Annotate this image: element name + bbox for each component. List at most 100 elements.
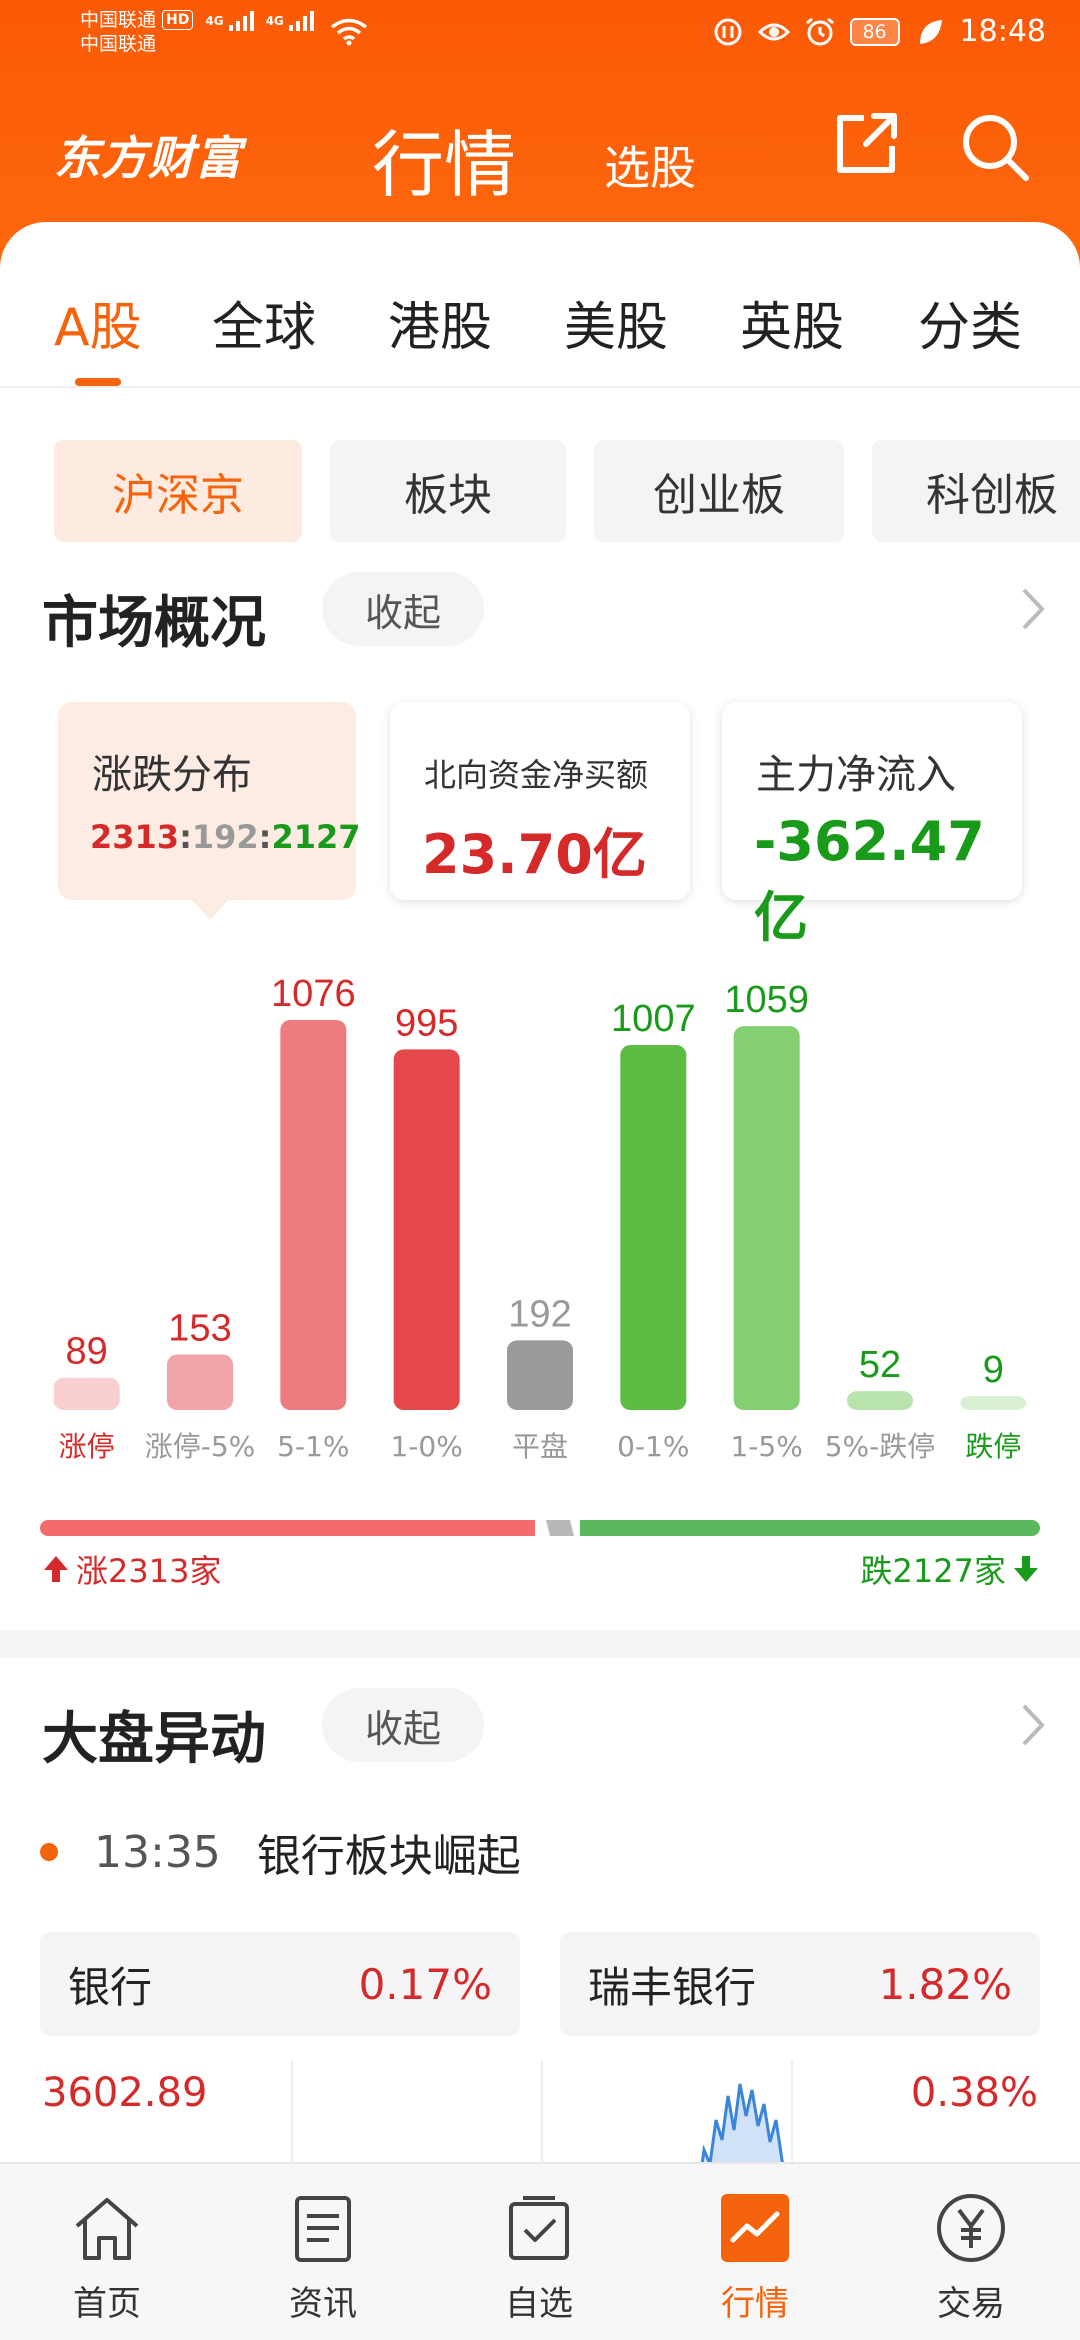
nav-trade[interactable]: 交易 (896, 2188, 1046, 2325)
bar-value-label: 153 (168, 1308, 231, 1350)
bar-value-label: 52 (859, 1344, 901, 1386)
ratio-down-segment (580, 1520, 1040, 1536)
sector-card[interactable]: 银行 0.17% (40, 1932, 520, 2036)
up-count: 涨2313家 (42, 1546, 221, 1592)
northbound-value: 23.70亿 (422, 823, 647, 886)
nav-home[interactable]: 首页 (32, 2188, 182, 2325)
bar-8 (960, 1396, 1027, 1410)
card-main-flow[interactable]: 主力净流入 -362.47亿 (722, 702, 1022, 949)
share-icon[interactable] (830, 108, 902, 180)
bar-category-label: 涨停-5% (145, 1430, 256, 1463)
card-label: 涨跌分布 (92, 752, 252, 798)
bar-category-label: 5%-跌停 (825, 1430, 936, 1463)
card-northbound-flow[interactable]: 北向资金净买额 23.70亿 (390, 702, 690, 900)
bar-value-label: 89 (66, 1331, 108, 1373)
tab-indicator (75, 378, 121, 386)
carrier-name-1: 中国联通 (80, 9, 157, 31)
bar-category-label: 0-1% (617, 1430, 689, 1463)
nav-news[interactable]: 资讯 (248, 2188, 398, 2325)
tab-category[interactable]: 分类 (918, 285, 1022, 360)
chevron-right-icon[interactable] (1016, 584, 1050, 634)
ratio-up-segment (40, 1520, 535, 1536)
event-time: 13:35 (94, 1826, 221, 1878)
clock: 18:48 (959, 14, 1046, 49)
chip-sectors[interactable]: 板块 (330, 440, 566, 542)
bar-value-label: 9 (983, 1349, 1004, 1391)
data-saver-icon (714, 18, 742, 45)
market-tabs: A股 全球 港股 美股 英股 分类 (0, 285, 1080, 385)
stock-change: 1.82% (878, 1959, 1012, 2009)
battery-icon: 86 (849, 17, 900, 46)
event-dot (40, 1843, 58, 1861)
sector-name: 银行 (68, 1962, 153, 2012)
watchlist-icon (509, 2196, 569, 2260)
chip-sh-sz-bj[interactable]: 沪深京 (54, 440, 302, 542)
collapse-button[interactable]: 收起 (322, 572, 484, 646)
hd-badge: HD (162, 10, 194, 30)
leaf-icon (919, 19, 942, 44)
yen-coin-icon (937, 2194, 1005, 2262)
bar-3 (393, 1049, 460, 1410)
collapse-button[interactable]: 收起 (322, 1688, 484, 1762)
arrow-up-icon (44, 1556, 68, 1582)
stock-card[interactable]: 瑞丰银行 1.82% (560, 1932, 1040, 2036)
search-icon[interactable] (958, 110, 1032, 184)
bar-value-label: 1059 (724, 979, 809, 1021)
bar-value-label: 192 (508, 1293, 571, 1335)
nav-stock-picker[interactable]: 选股 (604, 132, 696, 198)
bar-2 (280, 1020, 347, 1410)
up-down-ratio-bar (40, 1520, 1040, 1536)
status-bar: 中国联通 HD 4G 4G 中国联通 86 18:48 (0, 0, 1080, 70)
index-value: 3602.89 (42, 2070, 208, 2116)
bar-category-label: 跌停 (965, 1430, 1021, 1463)
bar-category-label: 1-0% (390, 1430, 462, 1463)
section-title-overview: 市场概况 (42, 591, 266, 656)
bar-category-label: 1-5% (730, 1430, 802, 1463)
tab-global[interactable]: 全球 (212, 285, 316, 360)
bar-7 (847, 1391, 913, 1410)
wifi-icon (330, 18, 368, 46)
bar-0 (53, 1377, 120, 1410)
tabs-divider (0, 386, 1080, 388)
tab-uk[interactable]: 英股 (740, 285, 844, 360)
bar-category-label: 5-1% (277, 1430, 349, 1463)
nav-quotes[interactable]: 行情 (372, 106, 516, 211)
bar-5 (620, 1045, 687, 1410)
bottom-nav: 首页 资讯 自选 行情 交易 (0, 2162, 1080, 2340)
stock-name: 瑞丰银行 (588, 1962, 757, 2012)
bar-4 (507, 1340, 573, 1410)
tab-hk[interactable]: 港股 (388, 285, 492, 360)
main-flow-value: -362.47亿 (754, 810, 985, 949)
chip-chinext[interactable]: 创业板 (594, 440, 844, 542)
ratio-flat-segment (546, 1520, 574, 1536)
tab-a-shares[interactable]: A股 (54, 285, 142, 360)
bar-category-label: 涨停 (59, 1430, 115, 1463)
arrow-down-icon (1014, 1556, 1038, 1582)
down-count: 跌2127家 (861, 1546, 1040, 1592)
up-down-ratio: 2313:192:2127 (90, 818, 361, 856)
movement-event[interactable]: 13:35 银行板块崛起 (40, 1820, 521, 1884)
alarm-icon (805, 17, 834, 45)
chip-star-market[interactable]: 科创板 (872, 440, 1080, 542)
tab-us[interactable]: 美股 (564, 285, 668, 360)
distribution-bar-chart: 89 涨停 153 涨停-5% 1076 5-1% 995 1-0% 192 平盘 1007 0-1%… (53, 973, 1027, 1463)
signal-icon: 4G (205, 9, 254, 31)
home-icon (75, 2198, 139, 2260)
sector-change: 0.17% (358, 1959, 492, 2009)
bar-1 (167, 1354, 233, 1410)
status-right: 86 18:48 (712, 14, 1046, 49)
index-change: 0.38% (910, 2070, 1038, 2116)
card-pointer (190, 898, 230, 920)
card-up-down-distribution[interactable]: 涨跌分布 2313:192:2127 (58, 702, 361, 900)
trend-chart-icon (721, 2194, 789, 2262)
card-label: 主力净流入 (756, 752, 956, 798)
bar-6 (733, 1026, 800, 1410)
bar-value-label: 1007 (611, 998, 696, 1040)
nav-watchlist[interactable]: 自选 (464, 2188, 614, 2325)
signal-icon: 4G (266, 9, 314, 31)
bar-category-label: 平盘 (512, 1430, 568, 1463)
chevron-right-icon[interactable] (1016, 1700, 1050, 1750)
nav-quotes-tab[interactable]: 行情 (680, 2188, 830, 2325)
card-label: 北向资金净买额 (424, 756, 649, 794)
brand-logo: 东方财富 (54, 131, 242, 185)
